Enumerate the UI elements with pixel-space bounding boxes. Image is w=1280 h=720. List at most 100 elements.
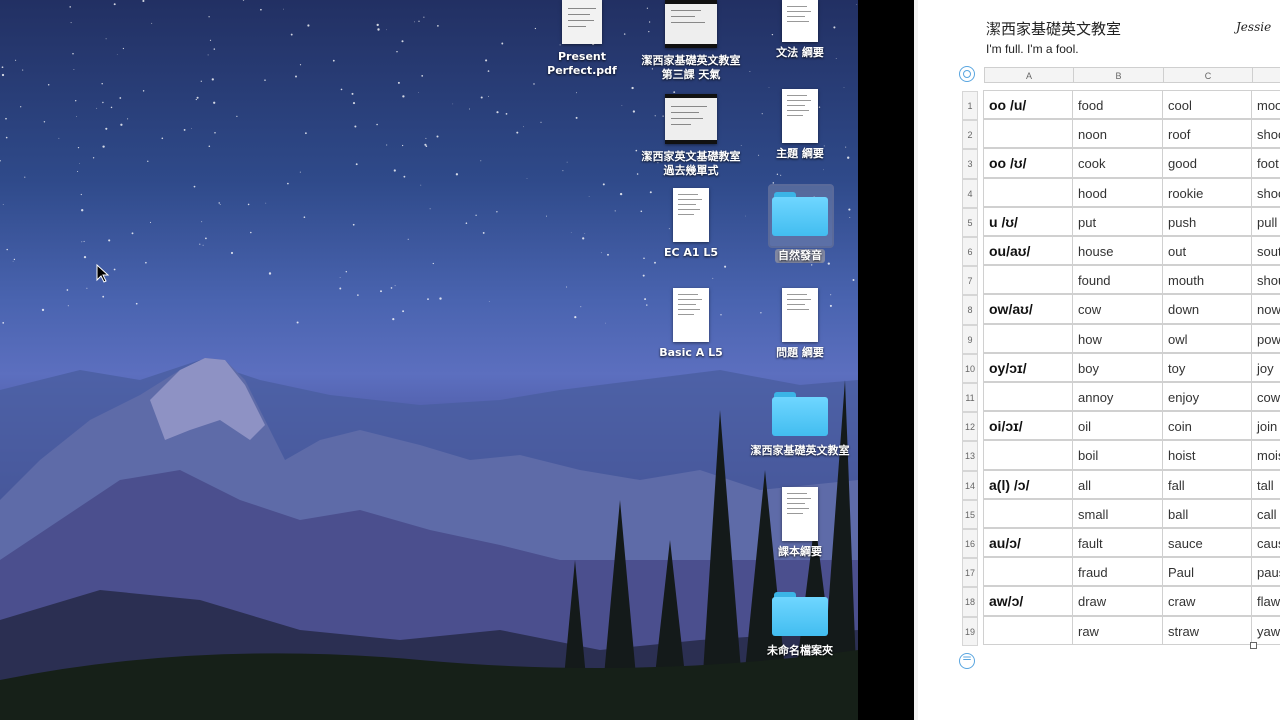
table-cell-b[interactable]: raw bbox=[1072, 615, 1163, 645]
table-cell-c[interactable]: ball bbox=[1162, 498, 1252, 528]
table-cell-c[interactable]: roof bbox=[1162, 119, 1252, 149]
table-cell-a[interactable] bbox=[983, 615, 1073, 645]
table-cell-a[interactable] bbox=[983, 177, 1073, 207]
row-number[interactable]: 15 bbox=[962, 499, 978, 529]
row-number[interactable]: 19 bbox=[962, 616, 978, 646]
table-cell-c[interactable]: fall bbox=[1162, 469, 1252, 499]
table-cell-b[interactable]: house bbox=[1072, 236, 1163, 266]
table-cell-d[interactable]: pull bbox=[1251, 206, 1280, 236]
table-cell-c[interactable]: mouth bbox=[1162, 265, 1252, 295]
table-cell-a[interactable]: aw/ɔ/ bbox=[983, 586, 1073, 616]
sheet-canvas[interactable]: 潔西家基礎英文教室 Jessie I'm full. I'm a fool. A… bbox=[918, 0, 1280, 720]
table-cell-b[interactable]: food bbox=[1072, 90, 1163, 120]
row-number[interactable]: 7 bbox=[962, 266, 978, 296]
table-cell-d[interactable]: now bbox=[1251, 294, 1280, 324]
table-cell-a[interactable]: oy/ɔɪ/ bbox=[983, 352, 1073, 382]
table-cell-c[interactable]: cool bbox=[1162, 90, 1252, 120]
table-cell-a[interactable]: oo /ʊ/ bbox=[983, 148, 1073, 178]
table-cell-b[interactable]: cow bbox=[1072, 294, 1163, 324]
table-cell-a[interactable]: ow/aʊ/ bbox=[983, 294, 1073, 324]
add-row-handle-icon[interactable] bbox=[959, 651, 975, 669]
desktop-icon-untitled-folder[interactable]: 未命名檔案夾 bbox=[745, 592, 855, 658]
table-cell-c[interactable]: coin bbox=[1162, 411, 1252, 441]
desktop-icon-topic-outline[interactable]: 主題 綱要 bbox=[745, 89, 855, 161]
table-cell-d[interactable]: shook bbox=[1251, 177, 1280, 207]
desktop-icon-phonics-folder[interactable]: 自然發音 bbox=[745, 192, 855, 263]
table-cell-d[interactable]: call bbox=[1251, 498, 1280, 528]
table-cell-a[interactable]: oi/ɔɪ/ bbox=[983, 411, 1073, 441]
row-number[interactable]: 6 bbox=[962, 237, 978, 267]
table-cell-d[interactable]: join bbox=[1251, 411, 1280, 441]
table-cell-d[interactable]: cause bbox=[1251, 528, 1280, 558]
table-cell-a[interactable] bbox=[983, 557, 1073, 587]
column-header-a[interactable]: A bbox=[984, 67, 1074, 83]
table-cell-b[interactable]: how bbox=[1072, 323, 1163, 353]
table-cell-c[interactable]: out bbox=[1162, 236, 1252, 266]
row-number[interactable]: 4 bbox=[962, 178, 978, 208]
table-cell-c[interactable]: down bbox=[1162, 294, 1252, 324]
desktop-icon-grammar-outline[interactable]: 文法 綱要 bbox=[745, 0, 855, 60]
row-number[interactable]: 16 bbox=[962, 529, 978, 559]
desktop-icon-present-perfect[interactable]: Present Perfect.pdf bbox=[527, 0, 637, 78]
table-cell-b[interactable]: annoy bbox=[1072, 382, 1163, 412]
table-cell-a[interactable] bbox=[983, 265, 1073, 295]
table-cell-a[interactable]: u /ʊ/ bbox=[983, 206, 1073, 236]
table-cell-d[interactable]: yawn bbox=[1251, 615, 1280, 645]
table-cell-d[interactable]: shout bbox=[1251, 265, 1280, 295]
table-cell-c[interactable]: hoist bbox=[1162, 440, 1252, 470]
table-cell-c[interactable]: straw bbox=[1162, 615, 1252, 645]
desktop-icon-question-outline[interactable]: 問題 綱要 bbox=[745, 288, 855, 360]
table-cell-d[interactable]: pause bbox=[1251, 557, 1280, 587]
select-table-handle-icon[interactable] bbox=[959, 66, 975, 82]
column-header-d[interactable] bbox=[1252, 67, 1280, 83]
row-number[interactable]: 2 bbox=[962, 120, 978, 150]
table-cell-d[interactable]: power bbox=[1251, 323, 1280, 353]
row-number[interactable]: 17 bbox=[962, 558, 978, 588]
table-cell-c[interactable]: enjoy bbox=[1162, 382, 1252, 412]
desktop-icon-past-tense[interactable]: 潔西家英文基礎教室 過去幾單式 bbox=[636, 94, 746, 178]
column-header-b[interactable]: B bbox=[1073, 67, 1164, 83]
row-number[interactable]: 10 bbox=[962, 353, 978, 383]
desktop[interactable]: Present Perfect.pdf 潔西家基礎英文教室 第三課 天氣 文法 … bbox=[0, 0, 858, 720]
table-cell-c[interactable]: Paul bbox=[1162, 557, 1252, 587]
table-cell-b[interactable]: boy bbox=[1072, 352, 1163, 382]
table-cell-b[interactable]: boil bbox=[1072, 440, 1163, 470]
table-cell-d[interactable]: mood bbox=[1251, 90, 1280, 120]
table-cell-d[interactable]: cowboy bbox=[1251, 382, 1280, 412]
row-number[interactable]: 9 bbox=[962, 324, 978, 354]
desktop-icon-lesson3-weather[interactable]: 潔西家基礎英文教室 第三課 天氣 bbox=[636, 0, 746, 82]
table-cell-b[interactable]: noon bbox=[1072, 119, 1163, 149]
row-number[interactable]: 14 bbox=[962, 470, 978, 500]
table-cell-b[interactable]: all bbox=[1072, 469, 1163, 499]
table-cell-c[interactable]: toy bbox=[1162, 352, 1252, 382]
row-number[interactable]: 3 bbox=[962, 149, 978, 179]
table-cell-b[interactable]: small bbox=[1072, 498, 1163, 528]
table-cell-d[interactable]: south bbox=[1251, 236, 1280, 266]
table-cell-a[interactable]: oo /u/ bbox=[983, 90, 1073, 120]
table-cell-a[interactable] bbox=[983, 382, 1073, 412]
row-number[interactable]: 11 bbox=[962, 383, 978, 413]
column-header-c[interactable]: C bbox=[1163, 67, 1253, 83]
table-cell-c[interactable]: rookie bbox=[1162, 177, 1252, 207]
table-cell-a[interactable] bbox=[983, 440, 1073, 470]
table-cell-b[interactable]: found bbox=[1072, 265, 1163, 295]
table-cell-d[interactable]: shoot bbox=[1251, 119, 1280, 149]
table-cell-a[interactable] bbox=[983, 119, 1073, 149]
table-cell-b[interactable]: put bbox=[1072, 206, 1163, 236]
table-cell-c[interactable]: sauce bbox=[1162, 528, 1252, 558]
table-cell-c[interactable]: push bbox=[1162, 206, 1252, 236]
table-cell-b[interactable]: hood bbox=[1072, 177, 1163, 207]
table-cell-b[interactable]: fraud bbox=[1072, 557, 1163, 587]
table-cell-c[interactable]: owl bbox=[1162, 323, 1252, 353]
table-cell-b[interactable]: oil bbox=[1072, 411, 1163, 441]
row-number[interactable]: 13 bbox=[962, 441, 978, 471]
row-number[interactable]: 8 bbox=[962, 295, 978, 325]
row-number[interactable]: 5 bbox=[962, 207, 978, 237]
desktop-icon-classroom-folder[interactable]: 潔西家基礎英文教室 bbox=[745, 392, 855, 458]
table-cell-d[interactable]: flaw bbox=[1251, 586, 1280, 616]
table-cell-b[interactable]: fault bbox=[1072, 528, 1163, 558]
table-cell-d[interactable]: tall bbox=[1251, 469, 1280, 499]
table-resize-handle[interactable] bbox=[1250, 642, 1257, 649]
row-number[interactable]: 12 bbox=[962, 412, 978, 442]
row-number[interactable]: 18 bbox=[962, 587, 978, 617]
